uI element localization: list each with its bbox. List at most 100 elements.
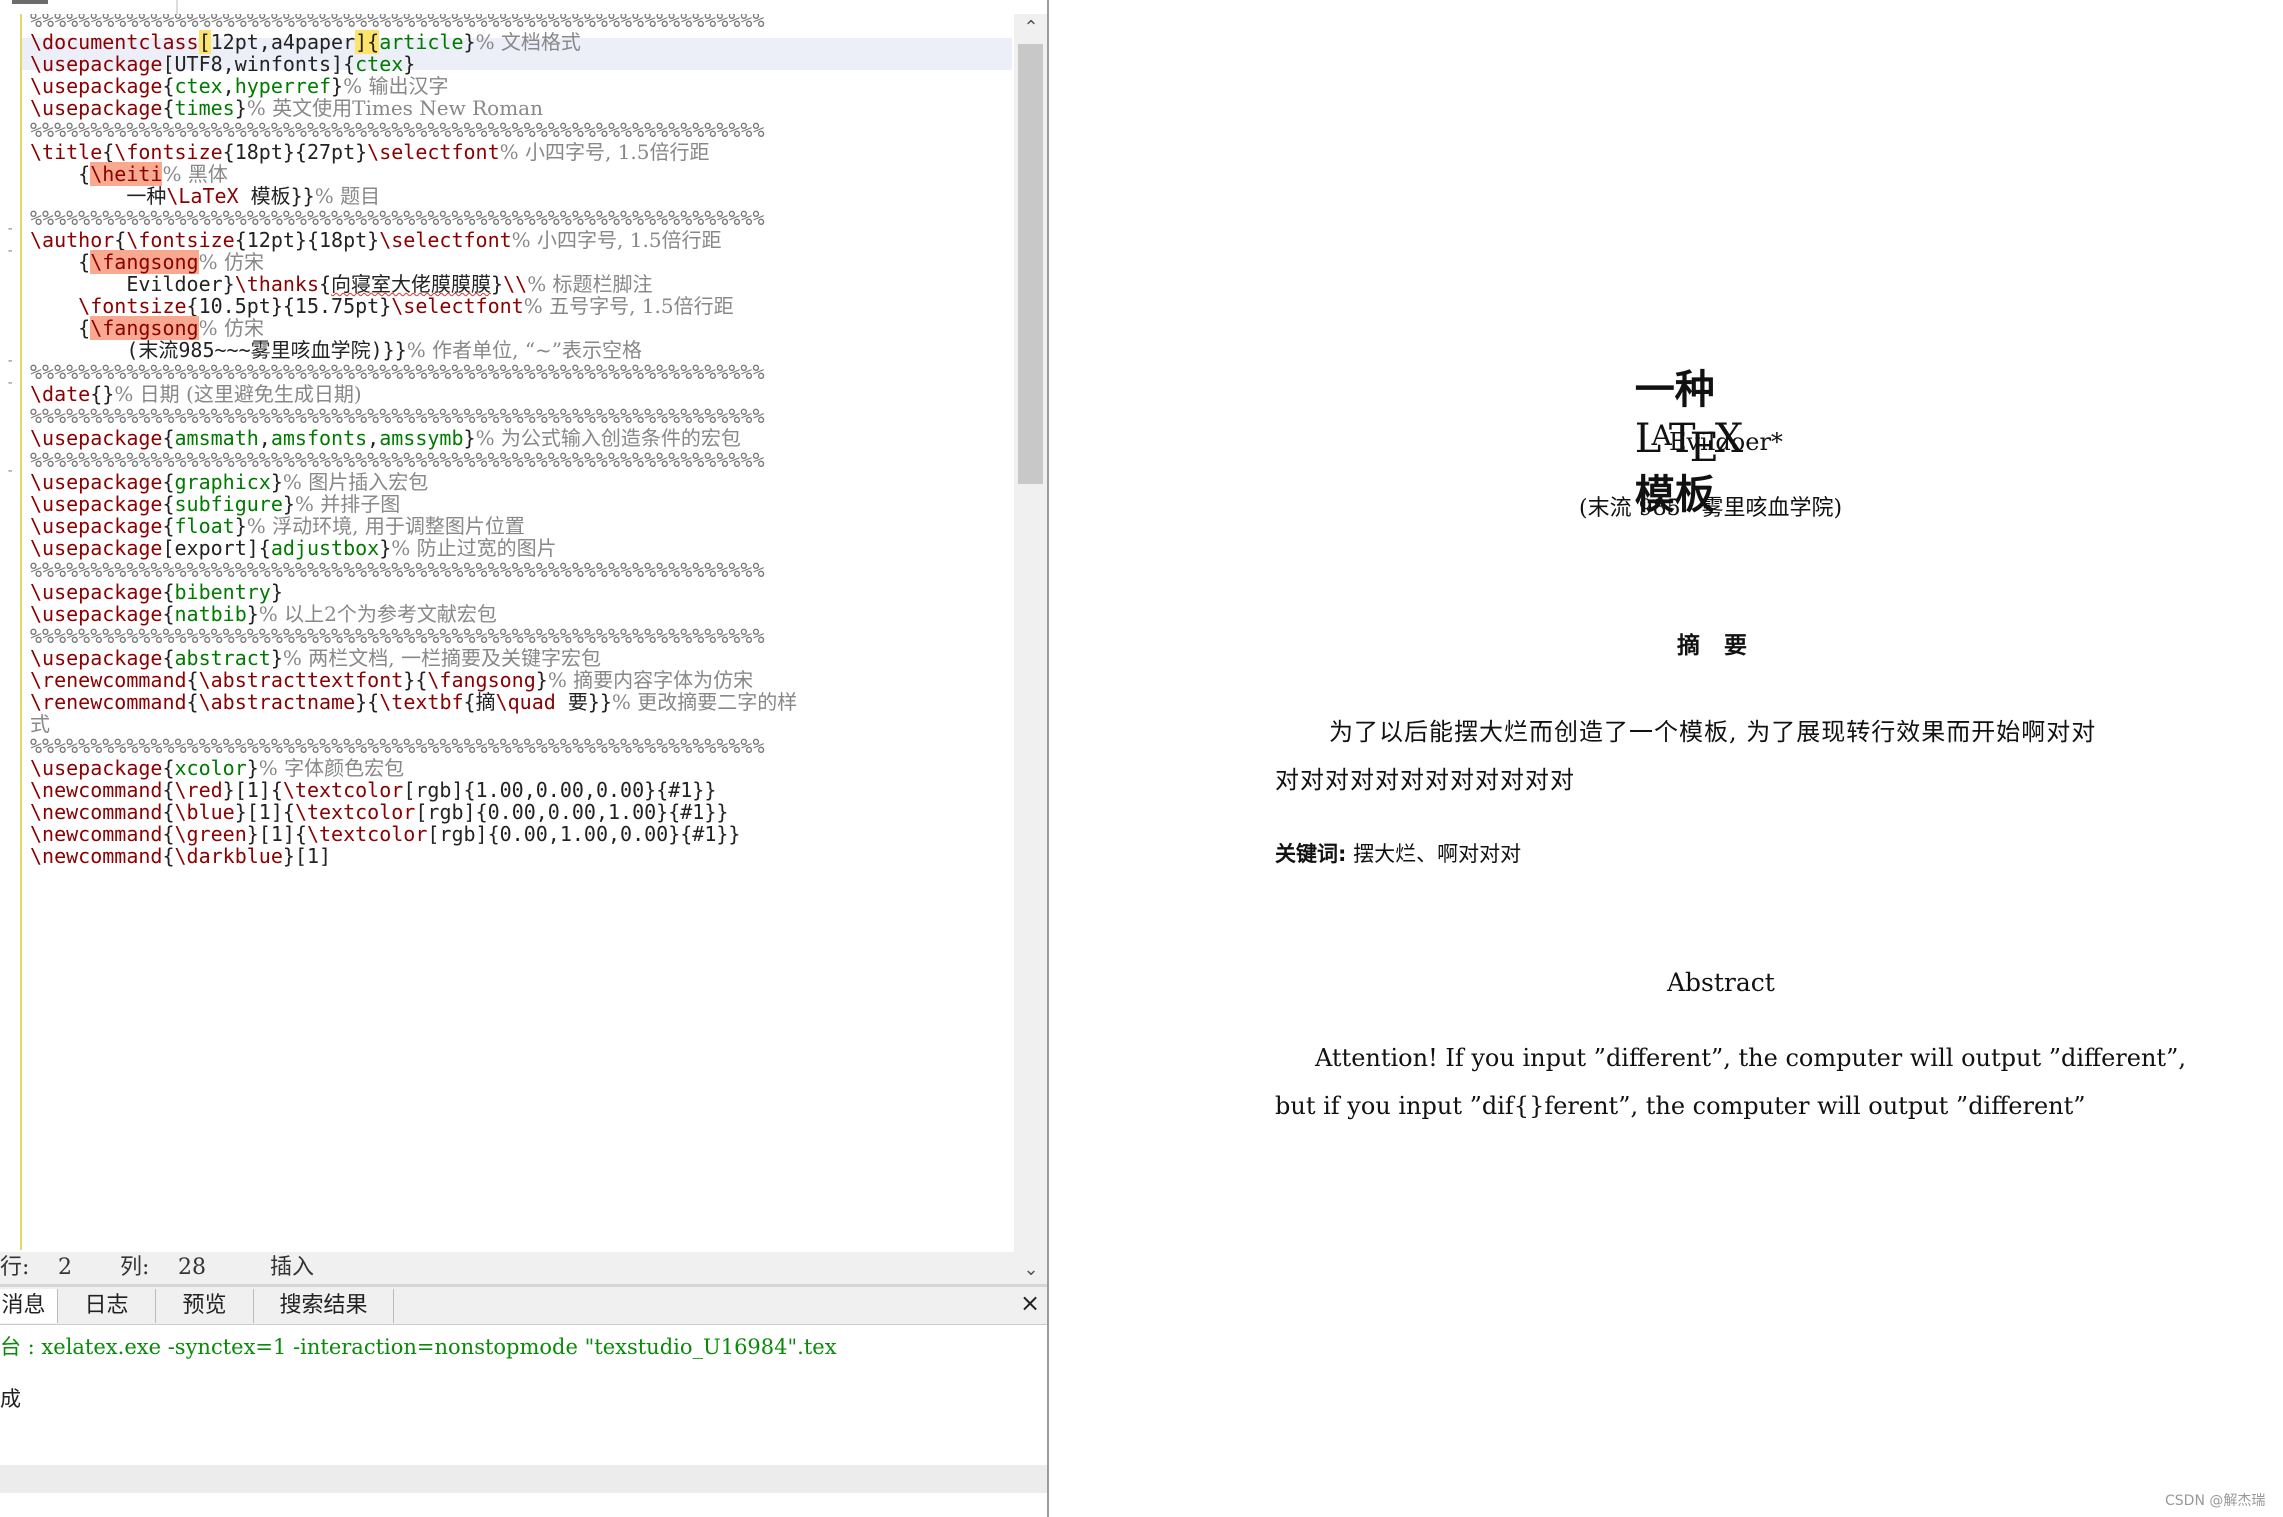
code-line[interactable]: (末流985~~~雾里咳血学院)}}% 作者单位, “~”表示空格 bbox=[30, 339, 642, 361]
keywords-row: 关键词: 摆大烂、啊对对对 bbox=[1275, 838, 1521, 868]
code-token: % 输出汉字 bbox=[343, 74, 449, 98]
code-token: ] bbox=[355, 30, 368, 54]
code-token: % 防止过宽的图片 bbox=[391, 536, 557, 560]
insert-mode-indicator[interactable]: 插入 bbox=[270, 1252, 314, 1284]
code-line[interactable]: \usepackage{xcolor}% 字体颜色宏包 bbox=[30, 757, 404, 779]
code-token: } bbox=[463, 426, 476, 450]
code-line[interactable]: \newcommand{\red}[1]{\textcolor[rgb]{1.0… bbox=[30, 779, 716, 801]
code-line[interactable]: \fontsize{10.5pt}{15.75pt}\selectfont% 五… bbox=[30, 294, 733, 318]
code-line[interactable]: Evildoer}\thanks{向寝室大佬膜膜膜}\\% 标题栏脚注 bbox=[30, 273, 652, 295]
editor-status-bar: 行: 2 列: 28 插入 bbox=[0, 1252, 1014, 1284]
scroll-down-arrow-icon[interactable]: ⌄ bbox=[1016, 1256, 1046, 1284]
tab-search-results[interactable]: 搜索结果 bbox=[254, 1289, 394, 1323]
code-token: } bbox=[234, 96, 247, 120]
code-line[interactable]: \documentclass[12pt,a4paper]{article}% 文… bbox=[30, 30, 581, 54]
code-token: \fontsize bbox=[78, 294, 187, 318]
code-token: % 英文使用Times New Roman bbox=[246, 96, 543, 120]
editor-gutter: - - - - - bbox=[0, 14, 20, 1250]
code-line[interactable]: \usepackage{graphicx}% 图片插入宏包 bbox=[30, 471, 428, 493]
code-token: \usepackage bbox=[30, 756, 163, 780]
code-token: { bbox=[102, 140, 115, 164]
code-token: %%%%%%%%%%%%%%%%%%%%%%%%%%%%%%%%%%%%%%%%… bbox=[30, 360, 765, 384]
code-line[interactable]: %%%%%%%%%%%%%%%%%%%%%%%%%%%%%%%%%%%%%%%%… bbox=[30, 14, 765, 31]
code-token: \newcommand bbox=[30, 778, 163, 802]
log-status-line: 成 bbox=[0, 1387, 21, 1411]
log-command-line: 台 : xelatex.exe -synctex=1 -interaction=… bbox=[0, 1335, 837, 1359]
messages-horizontal-scrollbar[interactable] bbox=[0, 1465, 1047, 1493]
code-line[interactable]: \title{\fontsize{18pt}{27pt}\selectfont%… bbox=[30, 141, 710, 163]
code-line[interactable]: %%%%%%%%%%%%%%%%%%%%%%%%%%%%%%%%%%%%%%%%… bbox=[30, 361, 765, 383]
code-line[interactable]: {\heiti% 黑体 bbox=[30, 162, 228, 186]
code-token: \fontsize bbox=[114, 140, 223, 164]
close-icon[interactable]: × bbox=[1020, 1289, 1040, 1317]
code-token: }[1]{ bbox=[234, 800, 295, 824]
code-line[interactable]: \usepackage[UTF8,winfonts]{ctex} bbox=[30, 53, 415, 75]
code-token: ctex bbox=[174, 74, 223, 98]
code-token: { bbox=[162, 514, 175, 538]
code-token: \abstracttextfont bbox=[198, 668, 404, 692]
code-token: \selectfont bbox=[379, 228, 512, 252]
document-tab-indicator[interactable] bbox=[12, 0, 48, 4]
code-token: \LaTeX bbox=[166, 184, 239, 208]
code-line[interactable]: \newcommand{\green}[1]{\textcolor[rgb]{0… bbox=[30, 823, 740, 845]
code-line[interactable]: %%%%%%%%%%%%%%%%%%%%%%%%%%%%%%%%%%%%%%%%… bbox=[30, 449, 765, 471]
code-token: \fangsong bbox=[90, 250, 199, 274]
code-token: } bbox=[379, 536, 392, 560]
code-line[interactable]: \renewcommand{\abstracttextfont}{\fangso… bbox=[30, 669, 753, 691]
fold-marker-icon[interactable]: - bbox=[6, 244, 14, 258]
code-line[interactable]: %%%%%%%%%%%%%%%%%%%%%%%%%%%%%%%%%%%%%%%%… bbox=[30, 405, 765, 427]
code-line[interactable]: \usepackage{ctex,hyperref}% 输出汉字 bbox=[30, 75, 448, 97]
code-line[interactable]: \author{\fontsize{12pt}{18pt}\selectfont… bbox=[30, 229, 722, 251]
code-line[interactable]: %%%%%%%%%%%%%%%%%%%%%%%%%%%%%%%%%%%%%%%%… bbox=[30, 207, 765, 229]
fold-marker-icon[interactable]: - bbox=[6, 464, 14, 478]
code-line[interactable]: \usepackage{subfigure}% 并排子图 bbox=[30, 493, 400, 515]
code-token: \usepackage bbox=[30, 470, 163, 494]
tab-preview[interactable]: 预览 bbox=[156, 1289, 254, 1323]
code-token: \usepackage bbox=[30, 96, 163, 120]
code-token: (末流985~~~雾里咳血学院)}} bbox=[30, 338, 407, 362]
code-line[interactable]: %%%%%%%%%%%%%%%%%%%%%%%%%%%%%%%%%%%%%%%%… bbox=[30, 119, 765, 141]
tab-messages[interactable]: 消息 bbox=[0, 1289, 58, 1323]
code-line[interactable]: \newcommand{\blue}[1]{\textcolor[rgb]{0.… bbox=[30, 801, 728, 823]
fold-marker-icon[interactable]: - bbox=[6, 376, 14, 390]
code-line[interactable]: \usepackage{float}% 浮动环境, 用于调整图片位置 bbox=[30, 515, 525, 537]
scrollbar-thumb[interactable] bbox=[1018, 44, 1043, 484]
code-token: { bbox=[162, 74, 175, 98]
code-token: { bbox=[30, 162, 91, 186]
code-token: times bbox=[174, 96, 235, 120]
pdf-preview[interactable]: 一种 LATEX 模板 Evildoer* (末流 985 雾里咳血学院) 摘 … bbox=[1049, 0, 2283, 1517]
code-line[interactable]: %%%%%%%%%%%%%%%%%%%%%%%%%%%%%%%%%%%%%%%%… bbox=[30, 625, 765, 647]
scroll-up-arrow-icon[interactable]: ⌃ bbox=[1016, 14, 1046, 42]
code-token: { bbox=[186, 690, 199, 714]
code-line[interactable]: \renewcommand{\abstractname}{\textbf{摘\q… bbox=[30, 691, 797, 713]
code-token: { bbox=[162, 822, 175, 846]
code-line[interactable]: \date{}% 日期 (这里避免生成日期) bbox=[30, 383, 362, 405]
code-line[interactable]: \usepackage{times}% 英文使用Times New Roman bbox=[30, 97, 543, 119]
code-token: { bbox=[162, 580, 175, 604]
code-line[interactable]: \newcommand{\darkblue}[1] bbox=[30, 845, 331, 867]
code-line[interactable]: %%%%%%%%%%%%%%%%%%%%%%%%%%%%%%%%%%%%%%%%… bbox=[30, 559, 765, 581]
code-token: [rgb]{1.00,0.00,0.00}{#1}} bbox=[403, 778, 717, 802]
code-token: 一种 bbox=[30, 184, 167, 208]
tab-log[interactable]: 日志 bbox=[58, 1289, 156, 1323]
code-line[interactable]: {\fangsong% 仿宋 bbox=[30, 250, 264, 274]
code-editor[interactable]: - - - - - %%%%%%%%%%%%%%%%%%%%%%%%%%%%%%… bbox=[0, 14, 1014, 1250]
abstract-en-line-2: but if you input ”dif{}ferent”, the comp… bbox=[1275, 1092, 2086, 1120]
code-line[interactable]: \usepackage{bibentry} bbox=[30, 581, 283, 603]
code-token: \red bbox=[174, 778, 223, 802]
code-line[interactable]: %%%%%%%%%%%%%%%%%%%%%%%%%%%%%%%%%%%%%%%%… bbox=[30, 735, 765, 757]
code-token: % 两栏文档, 一栏摘要及关键字宏包 bbox=[282, 646, 601, 670]
fold-marker-icon[interactable]: - bbox=[6, 222, 14, 236]
code-token: [ bbox=[198, 30, 211, 54]
code-line[interactable]: \usepackage[export]{adjustbox}% 防止过宽的图片 bbox=[30, 537, 557, 559]
code-line[interactable]: \usepackage{natbib}% 以上2个为参考文献宏包 bbox=[30, 603, 497, 625]
code-line[interactable]: 式 bbox=[30, 713, 50, 735]
code-line[interactable]: \usepackage{abstract}% 两栏文档, 一栏摘要及关键字宏包 bbox=[30, 647, 601, 669]
code-token: } bbox=[246, 602, 259, 626]
code-line[interactable]: 一种\LaTeX 模板}}% 题目 bbox=[30, 185, 380, 207]
fold-marker-icon[interactable]: - bbox=[6, 354, 14, 368]
row-label: 行: bbox=[0, 1255, 30, 1280]
code-line[interactable]: {\fangsong% 仿宋 bbox=[30, 316, 264, 340]
code-token: \usepackage bbox=[30, 426, 163, 450]
code-line[interactable]: \usepackage{amsmath,amsfonts,amssymb}% 为… bbox=[30, 427, 741, 449]
